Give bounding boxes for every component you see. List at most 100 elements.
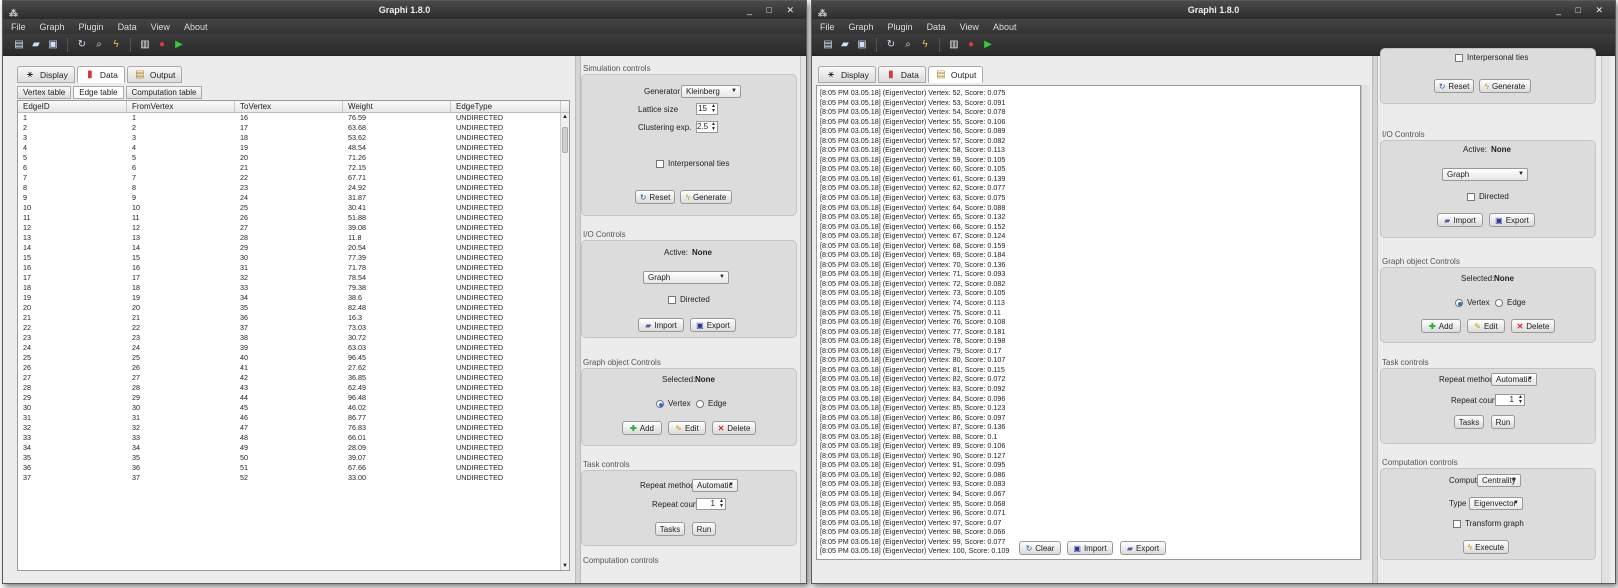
tasks-button[interactable]: Tasks: [655, 522, 685, 536]
tab-output[interactable]: ▤ Output: [927, 66, 984, 83]
add-button[interactable]: ✚ Add: [622, 421, 662, 435]
edge-radio[interactable]: Edge: [696, 399, 727, 408]
delete-button[interactable]: ✕ Delete: [1511, 319, 1555, 333]
panel-scrollbar[interactable]: [1601, 56, 1610, 583]
new-file-icon[interactable]: ▤: [13, 39, 25, 51]
reset-button[interactable]: ↻ Reset: [635, 190, 675, 204]
clustering-spinner[interactable]: 2.5 ▲ ▼: [696, 121, 718, 133]
table-row[interactable]: 8 8 23 24.92 UNDIRECTED: [18, 183, 569, 193]
io-type-select[interactable]: Graph ▼: [1442, 168, 1528, 181]
transform-graph-checkbox[interactable]: Transform graph: [1453, 519, 1524, 528]
panel-splitter[interactable]: [1372, 56, 1378, 583]
menu-file[interactable]: File: [820, 22, 835, 32]
table-row[interactable]: 30 30 45 46.02 UNDIRECTED: [18, 403, 569, 413]
new-file-icon[interactable]: ▤: [822, 39, 834, 51]
table-row[interactable]: 23 23 38 30.72 UNDIRECTED: [18, 333, 569, 343]
table-row[interactable]: 24 24 39 63.03 UNDIRECTED: [18, 343, 569, 353]
table-scrollbar[interactable]: ▲ ▼: [560, 113, 569, 570]
record-icon[interactable]: ●: [965, 39, 977, 51]
tab-display[interactable]: ⚹ Display: [818, 66, 876, 83]
clipboard-icon[interactable]: ▥: [948, 39, 960, 51]
table-row[interactable]: 4 4 19 48.54 UNDIRECTED: [18, 143, 569, 153]
table-row[interactable]: 1 1 16 76.59 UNDIRECTED: [18, 113, 569, 123]
delete-button[interactable]: ✕ Delete: [712, 421, 756, 435]
edge-table[interactable]: EdgeID FromVertex ToVertex Weight EdgeTy…: [17, 100, 570, 571]
open-folder-icon[interactable]: ▰: [839, 39, 851, 51]
table-row[interactable]: 14 14 29 20.54 UNDIRECTED: [18, 243, 569, 253]
table-row[interactable]: 15 15 30 77.39 UNDIRECTED: [18, 253, 569, 263]
export-button[interactable]: ▣ Export: [690, 318, 736, 332]
table-row[interactable]: 7 7 22 67.71 UNDIRECTED: [18, 173, 569, 183]
repeat-method-select[interactable]: Automatic ▼: [1491, 373, 1537, 386]
tab-data[interactable]: ▮ Data: [877, 66, 926, 83]
table-row[interactable]: 18 18 33 79.38 UNDIRECTED: [18, 283, 569, 293]
table-row[interactable]: 17 17 32 78.54 UNDIRECTED: [18, 273, 569, 283]
col-edgetype[interactable]: EdgeType: [451, 101, 561, 112]
output-log[interactable]: [8:05 PM 03.05.18] (EigenVector) Vertex:…: [816, 85, 1361, 560]
menu-about[interactable]: About: [184, 22, 208, 32]
table-row[interactable]: 22 22 37 73.03 UNDIRECTED: [18, 323, 569, 333]
table-row[interactable]: 5 5 20 71.26 UNDIRECTED: [18, 153, 569, 163]
directed-checkbox[interactable]: Directed: [668, 295, 710, 304]
io-type-select[interactable]: Graph ▼: [643, 271, 729, 284]
menu-file[interactable]: File: [11, 22, 26, 32]
table-row[interactable]: 33 33 48 66.01 UNDIRECTED: [18, 433, 569, 443]
window-controls[interactable]: _ □ ✕: [1556, 1, 1609, 19]
menu-about[interactable]: About: [993, 22, 1017, 32]
tab-edge-table[interactable]: Edge table: [73, 86, 124, 99]
generate-button[interactable]: ϟ Generate: [680, 190, 732, 204]
menu-data[interactable]: Data: [927, 22, 946, 32]
edit-button[interactable]: ✎ Edit: [1467, 319, 1505, 333]
col-weight[interactable]: Weight: [343, 101, 451, 112]
output-scrollbar[interactable]: [1361, 85, 1370, 560]
col-tovertex[interactable]: ToVertex: [235, 101, 343, 112]
col-edgeid[interactable]: EdgeID: [18, 101, 127, 112]
tab-vertex-table[interactable]: Vertex table: [17, 86, 72, 99]
table-row[interactable]: 19 19 34 38.6 UNDIRECTED: [18, 293, 569, 303]
import-button[interactable]: ▰ Import: [638, 318, 684, 332]
directed-checkbox[interactable]: Directed: [1467, 192, 1509, 201]
menu-plugin[interactable]: Plugin: [888, 22, 913, 32]
table-row[interactable]: 16 16 31 71.78 UNDIRECTED: [18, 263, 569, 273]
output-import-button[interactable]: ▣ Import: [1067, 541, 1113, 555]
vertex-radio[interactable]: Vertex: [1455, 298, 1490, 307]
generator-select[interactable]: Kleinberg ▼: [681, 85, 741, 98]
reset-button[interactable]: ↻ Reset: [1434, 79, 1474, 93]
repeat-method-select[interactable]: Automatic ▼: [692, 479, 738, 492]
tasks-button[interactable]: Tasks: [1454, 415, 1484, 429]
clear-button[interactable]: ↻ Clear: [1019, 541, 1061, 555]
output-export-button[interactable]: ▰ Export: [1120, 541, 1166, 555]
lattice-spinner[interactable]: 15 ▲ ▼: [696, 103, 718, 115]
table-row[interactable]: 13 13 28 11.8 UNDIRECTED: [18, 233, 569, 243]
table-row[interactable]: 20 20 35 82.48 UNDIRECTED: [18, 303, 569, 313]
lightning-icon[interactable]: ϟ: [919, 39, 931, 51]
tab-computation-table[interactable]: Computation table: [125, 86, 203, 99]
run-button[interactable]: Run: [1491, 415, 1515, 429]
table-row[interactable]: 2 2 17 63.68 UNDIRECTED: [18, 123, 569, 133]
open-folder-icon[interactable]: ▰: [30, 39, 42, 51]
type-select[interactable]: Eigenvector ▼: [1469, 497, 1523, 510]
menu-graph[interactable]: Graph: [40, 22, 65, 32]
export-button[interactable]: ▣ Export: [1489, 213, 1535, 227]
edit-button[interactable]: ✎ Edit: [668, 421, 706, 435]
generate-button[interactable]: ϟ Generate: [1479, 79, 1531, 93]
table-row[interactable]: 37 37 52 33.00 UNDIRECTED: [18, 473, 569, 483]
repeat-count-spinner[interactable]: 1 ▲ ▼: [696, 498, 726, 510]
menu-view[interactable]: View: [151, 22, 170, 32]
table-row[interactable]: 26 26 41 27.62 UNDIRECTED: [18, 363, 569, 373]
table-row[interactable]: 11 11 26 51.88 UNDIRECTED: [18, 213, 569, 223]
table-row[interactable]: 3 3 18 53.62 UNDIRECTED: [18, 133, 569, 143]
table-row[interactable]: 29 29 44 96.48 UNDIRECTED: [18, 393, 569, 403]
play-icon[interactable]: ▶: [173, 39, 185, 51]
tab-display[interactable]: ⚹ Display: [17, 66, 75, 83]
import-button[interactable]: ▰ Import: [1437, 213, 1483, 227]
clipboard-icon[interactable]: ▥: [139, 39, 151, 51]
window-controls[interactable]: _ □ ✕: [747, 1, 800, 19]
record-icon[interactable]: ●: [156, 39, 168, 51]
run-button[interactable]: Run: [692, 522, 716, 536]
table-row[interactable]: 9 9 24 31.87 UNDIRECTED: [18, 193, 569, 203]
table-row[interactable]: 36 36 51 67.66 UNDIRECTED: [18, 463, 569, 473]
search-icon[interactable]: ⌕: [902, 39, 914, 51]
table-row[interactable]: 35 35 50 39.07 UNDIRECTED: [18, 453, 569, 463]
repeat-count-spinner[interactable]: 1 ▲ ▼: [1495, 394, 1525, 406]
